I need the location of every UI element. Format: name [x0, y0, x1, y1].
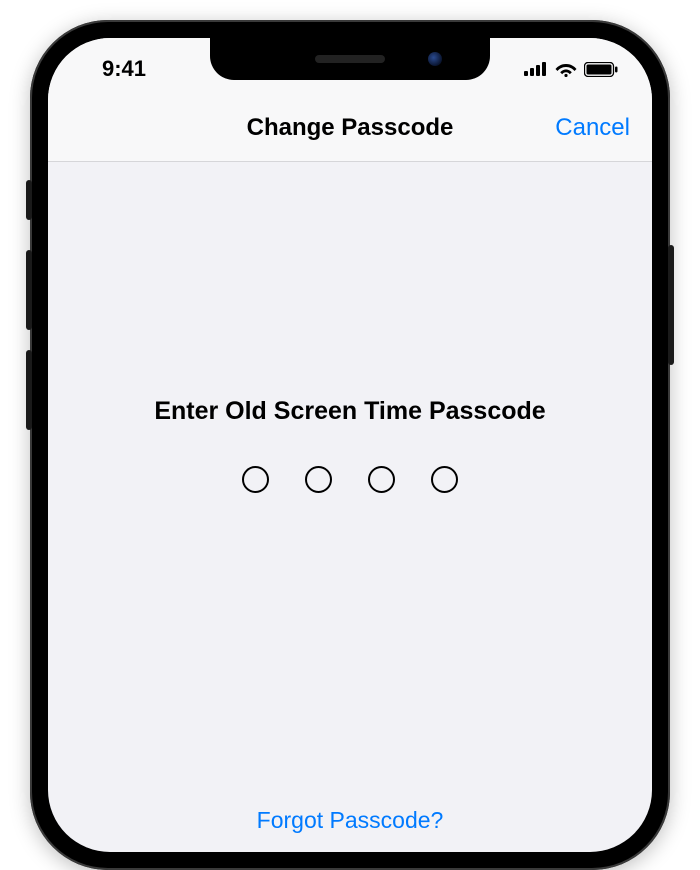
notch [210, 38, 490, 80]
page-title: Change Passcode [247, 114, 454, 142]
navigation-bar: Change Passcode Cancel [48, 94, 652, 162]
cancel-button[interactable]: Cancel [555, 114, 630, 142]
battery-icon [584, 62, 618, 77]
status-icons [524, 61, 618, 77]
phone-frame: 9:41 Change Passcode Cancel Enter Old Sc… [30, 20, 670, 870]
content-area: Enter Old Screen Time Passcode Forgot Pa… [48, 162, 652, 852]
passcode-prompt: Enter Old Screen Time Passcode [154, 397, 545, 426]
clock: 9:41 [102, 56, 146, 82]
mute-switch [26, 180, 32, 220]
passcode-dot-3 [368, 466, 395, 493]
passcode-dot-1 [242, 466, 269, 493]
volume-down-button [26, 350, 32, 430]
power-button [668, 245, 674, 365]
speaker-grille [315, 55, 385, 63]
volume-up-button [26, 250, 32, 330]
screen: 9:41 Change Passcode Cancel Enter Old Sc… [48, 38, 652, 852]
passcode-dot-2 [305, 466, 332, 493]
passcode-dots [242, 466, 458, 493]
forgot-passcode-button[interactable]: Forgot Passcode? [257, 807, 444, 834]
wifi-icon [555, 61, 577, 77]
passcode-dot-4 [431, 466, 458, 493]
front-camera [428, 52, 442, 66]
cellular-icon [524, 62, 548, 76]
